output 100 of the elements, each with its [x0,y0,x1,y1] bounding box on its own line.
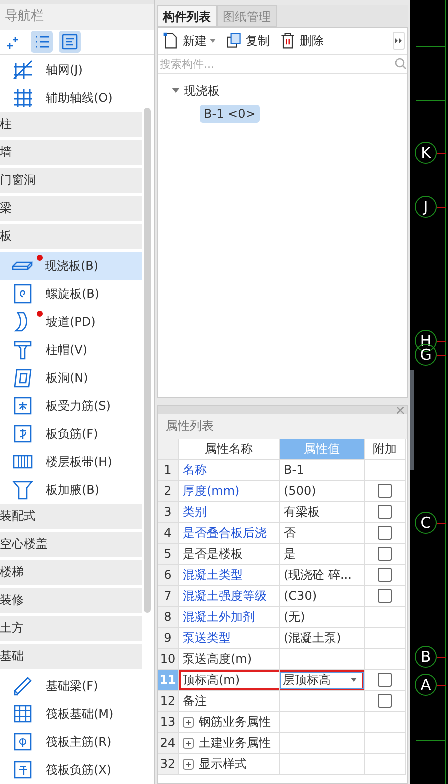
checkbox[interactable] [378,568,392,582]
property-value: 是 [280,544,365,565]
rebar-box-icon [12,423,34,445]
property-value: (C30) [280,586,365,607]
category-header[interactable]: 装修 [0,588,142,613]
category-header[interactable]: 楼梯 [0,560,142,585]
copy-icon [225,32,243,50]
rebar-box-icon [12,395,34,417]
axis-line [437,523,446,524]
new-file-icon [162,32,180,50]
nav-item[interactable]: 筏板主筋(R) [0,728,142,756]
checkbox[interactable] [378,673,392,687]
axis-line [437,355,446,356]
splitter-handle[interactable] [410,370,414,470]
nav-item[interactable]: 现浇板(B) [0,252,142,280]
category-header[interactable]: 板 [0,224,142,249]
scrollbar-thumb[interactable] [144,108,151,613]
tree-node[interactable]: 现浇板 [172,81,407,101]
more-tools-button[interactable] [393,32,405,50]
nav-item[interactable]: 柱帽(V) [0,336,142,364]
axis-bubble[interactable]: C [415,512,437,534]
axis-bubble[interactable]: J [415,196,437,218]
property-name: 混凝土强度等级 [179,586,280,607]
checkbox[interactable] [378,484,392,498]
property-name: 厚度(mm) [179,481,280,502]
nav-item[interactable]: 板洞(N) [0,364,142,392]
category-header[interactable]: 装配式 [0,504,142,529]
trash-icon [279,32,297,50]
new-button[interactable]: 新建 [162,32,216,50]
row-number: 11 [158,670,179,691]
row-number: 4 [158,523,179,544]
property-name: 备注 [179,691,280,712]
row-number: 12 [158,691,179,712]
property-value: (现浇砼 碎... [280,565,365,586]
copy-button[interactable]: 复制 [225,32,270,50]
column-header: 附加 [365,439,406,460]
property-value: (500) [280,481,365,502]
checkbox[interactable] [378,526,392,540]
nav-item[interactable]: 基础梁(F) [0,672,142,700]
nav-item[interactable]: 楼层板带(H) [0,448,142,476]
table-cell [365,754,406,775]
panel-title: 属性列表 [158,414,407,439]
axis-bubble[interactable]: K [415,142,437,164]
nav-item[interactable]: 轴网(J) [0,56,142,84]
category-header[interactable]: 空心楼盖 [0,532,142,557]
checkbox[interactable] [378,694,392,708]
property-value: (无) [280,607,365,628]
property-value: 有梁板 [280,502,365,523]
checkbox[interactable] [378,589,392,603]
nav-item[interactable]: 辅助轴线(O) [0,84,142,112]
spiral-icon [12,283,34,305]
nav-item[interactable]: 筏板负筋(X) [0,756,142,784]
category-header[interactable]: 柱 [0,112,142,137]
list-icon[interactable] [31,30,53,53]
nav-item[interactable]: 板加腋(B) [0,476,142,504]
rebar-box-icon [12,731,34,753]
row-number: 6 [158,565,179,586]
checkbox[interactable] [378,505,392,519]
property-name: 混凝土类型 [179,565,280,586]
row-number: 2 [158,481,179,502]
axis-line [437,153,446,154]
row-number: 10 [158,649,179,670]
t-shape-icon [12,339,34,361]
value-dropdown[interactable]: 层顶标高 [280,672,364,688]
property-name: 是否是楼板 [179,544,280,565]
nav-item[interactable]: 板负筋(F) [0,420,142,448]
property-value: 否 [280,523,365,544]
caret-icon [351,678,357,682]
row-number: 5 [158,544,179,565]
tab[interactable]: 构件列表 [157,5,217,27]
row-number: 1 [158,460,179,481]
category-header[interactable]: 土方 [0,616,142,641]
plus-box-icon[interactable] [183,716,194,728]
nav-item[interactable]: 筏板基础(M) [0,700,142,728]
delete-button[interactable]: 删除 [279,32,324,50]
plus-box-icon[interactable] [183,758,194,770]
nav-item[interactable]: 螺旋板(B) [0,280,142,308]
nav-item[interactable]: 坡道(PD) [0,308,142,336]
property-value: B-1 [280,460,365,481]
group-name: 钢筋业务属性 [199,714,271,730]
plus-box-icon[interactable] [183,738,194,748]
property-name: 是否叠合板后浇 [179,523,280,544]
grid-icon [12,87,34,109]
category-header[interactable]: 门窗洞 [0,168,142,193]
axis-bubble[interactable]: B [415,646,437,668]
detail-list-icon[interactable] [59,30,81,53]
grid-icon [12,703,34,725]
header-corner [158,439,179,460]
checkbox[interactable] [378,547,392,561]
category-header[interactable]: 墙 [0,140,142,165]
search-field[interactable]: 搜索构件... [158,58,395,70]
nav-item[interactable]: 板受力筋(S) [0,392,142,420]
category-header[interactable]: 基础 [0,644,142,669]
category-header[interactable]: 梁 [0,196,142,221]
haunch-icon [12,479,34,501]
property-name: 混凝土外加剂 [179,607,280,628]
tree-leaf[interactable]: B-1 <0> [200,105,260,123]
property-name: 顶标高(m) [179,670,280,691]
property-name: 名称 [179,460,280,481]
axis-bubble[interactable]: A [415,674,437,696]
